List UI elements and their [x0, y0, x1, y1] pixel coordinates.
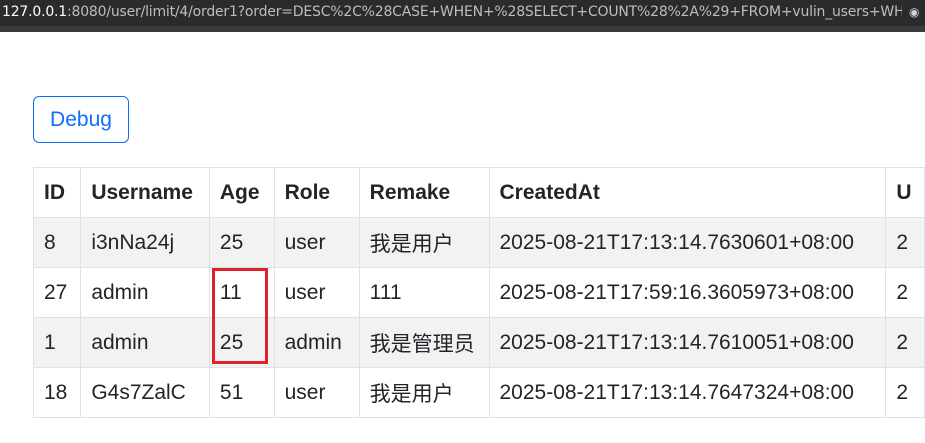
cell-age: 11 [208, 267, 275, 318]
header-username[interactable]: Username [80, 167, 210, 218]
cell-createdat: 2025-08-21T17:13:14.7647324+08:00 [488, 367, 887, 418]
table-row: 8 i3nNa24j 25 user 我是用户 2025-08-21T17:13… [32, 217, 925, 268]
cell-remake: 我是用户 [358, 367, 490, 418]
header-updatedat[interactable]: U [885, 167, 925, 218]
cell-createdat: 2025-08-21T17:13:14.7610051+08:00 [488, 317, 887, 368]
cell-remake: 我是用户 [358, 217, 490, 268]
cell-age: 25 [208, 217, 275, 268]
cell-role: admin [273, 317, 360, 368]
header-age[interactable]: Age [208, 167, 275, 218]
url-host: 127.0.0.1 [2, 4, 67, 20]
cell-role: user [273, 267, 360, 318]
header-id[interactable]: ID [32, 167, 82, 218]
cell-createdat: 2025-08-21T17:13:14.7630601+08:00 [488, 217, 887, 268]
cell-remake: 111 [358, 267, 490, 318]
cell-updatedat: 2 [885, 367, 925, 418]
cell-createdat: 2025-08-21T17:59:16.3605973+08:00 [488, 267, 887, 318]
url-text[interactable]: 127.0.0.1:8080/user/limit/4/order1?order… [2, 4, 902, 20]
cell-remake: 我是管理员 [358, 317, 490, 368]
cell-username: admin [80, 317, 210, 368]
cell-username: G4s7ZalC [80, 367, 210, 418]
cell-age: 51 [208, 367, 275, 418]
debug-button[interactable]: Debug [33, 96, 129, 143]
cell-id: 1 [32, 317, 82, 368]
users-table: ID Username Age Role Remake CreatedAt U … [32, 167, 925, 418]
url-path: :8080/user/limit/4/order1?order=DESC%2C%… [67, 4, 902, 20]
table-row: 27 admin 11 user 111 2025-08-21T17:59:16… [32, 267, 925, 318]
browser-address-bar[interactable]: 127.0.0.1:8080/user/limit/4/order1?order… [0, 0, 925, 32]
header-remake[interactable]: Remake [358, 167, 490, 218]
cell-username: i3nNa24j [80, 217, 210, 268]
table-header-row: ID Username Age Role Remake CreatedAt U [32, 167, 925, 218]
cell-role: user [273, 367, 360, 418]
extension-icon[interactable]: ◉ [909, 5, 923, 19]
cell-updatedat: 2 [885, 267, 925, 318]
header-role[interactable]: Role [273, 167, 360, 218]
cell-updatedat: 2 [885, 317, 925, 368]
cell-username: admin [80, 267, 210, 318]
cell-id: 18 [32, 367, 82, 418]
cell-age: 25 [208, 317, 275, 368]
cell-id: 8 [32, 217, 82, 268]
header-createdat[interactable]: CreatedAt [488, 167, 887, 218]
cell-role: user [273, 217, 360, 268]
table-row: 18 G4s7ZalC 51 user 我是用户 2025-08-21T17:1… [32, 367, 925, 418]
cell-id: 27 [32, 267, 82, 318]
cell-updatedat: 2 [885, 217, 925, 268]
table-row: 1 admin 25 admin 我是管理员 2025-08-21T17:13:… [32, 317, 925, 368]
